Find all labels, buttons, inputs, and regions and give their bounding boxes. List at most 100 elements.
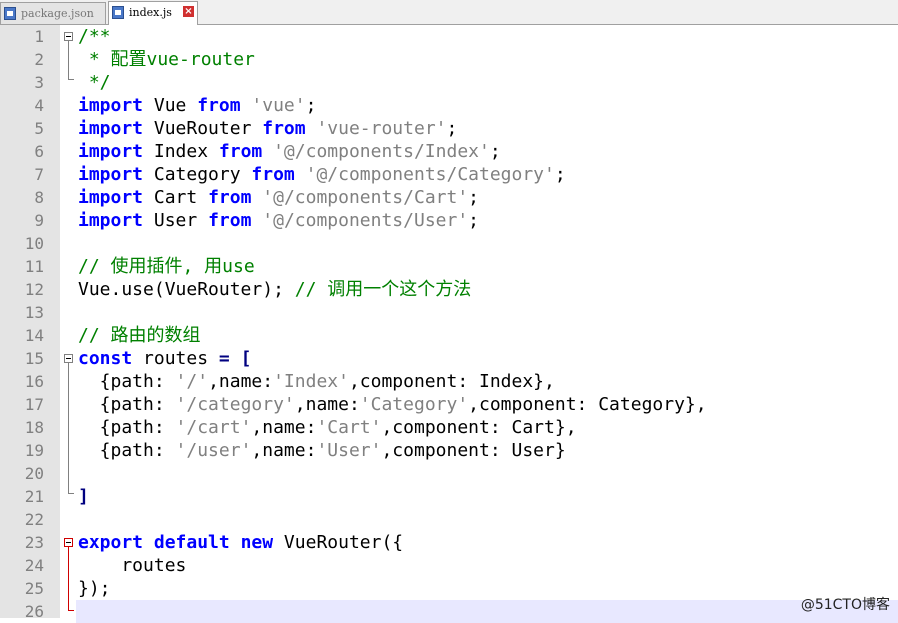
code-token: from <box>262 118 306 139</box>
code-line[interactable]: 23 export default new VueRouter({ <box>0 531 898 554</box>
fold-toggle-icon[interactable] <box>64 354 73 363</box>
code-token: routes <box>78 555 187 576</box>
code-text: const routes = [ <box>78 347 251 370</box>
code-line[interactable]: 13 <box>0 301 898 324</box>
code-token: 'vue' <box>251 95 306 116</box>
code-token: import <box>78 187 144 208</box>
file-save-icon <box>4 7 16 20</box>
code-line[interactable]: 16 {path: '/',name:'Index',component: In… <box>0 370 898 393</box>
code-token: /** <box>78 26 111 47</box>
code-line[interactable]: 15 const routes = [ <box>0 347 898 370</box>
code-text: routes <box>78 554 186 577</box>
code-token: ,name: <box>251 440 317 461</box>
watermark-text: @51CTO博客 <box>800 597 890 613</box>
close-tab-icon[interactable]: × <box>183 6 194 17</box>
code-token: ; <box>468 187 480 208</box>
code-token: '/category' <box>175 394 295 415</box>
code-token: from <box>208 210 252 231</box>
line-number: 20 <box>24 464 44 483</box>
code-line[interactable]: 2 * 配置vue-router <box>0 48 898 71</box>
code-line[interactable]: 11 // 使用插件, 用use <box>0 255 898 278</box>
code-line[interactable]: 9 import User from '@/components/User'; <box>0 209 898 232</box>
code-line[interactable]: 6 import Index from '@/components/Index'; <box>0 140 898 163</box>
line-number: 25 <box>24 579 44 598</box>
code-line[interactable]: 20 <box>0 462 898 485</box>
code-token: '@/components/Cart' <box>262 187 469 208</box>
line-number: 19 <box>24 441 44 460</box>
code-text: import Category from '@/components/Categ… <box>78 163 566 186</box>
code-line[interactable]: 18 {path: '/cart',name:'Cart',component:… <box>0 416 898 439</box>
code-token: import <box>78 141 144 162</box>
code-text: {path: '/cart',name:'Cart',component: Ca… <box>78 416 577 439</box>
code-line[interactable]: 25}); <box>0 577 898 600</box>
code-token: import <box>78 118 144 139</box>
code-token: Vue.use(VueRouter); <box>78 279 295 300</box>
code-token: VueRouter <box>143 118 263 139</box>
tab-index-js[interactable]: index.js × <box>108 1 198 25</box>
code-token: new <box>240 532 274 553</box>
code-text: // 使用插件, 用use <box>78 255 255 278</box>
code-line[interactable]: 22 <box>0 508 898 531</box>
code-line[interactable]: 3 */ <box>0 71 898 94</box>
code-token: ,name: <box>294 394 360 415</box>
fold-end-marker <box>68 493 74 494</box>
fold-guide <box>68 547 69 610</box>
code-text: // 路由的数组 <box>78 324 201 347</box>
code-token: ,component: User} <box>381 440 566 461</box>
code-token: {path: <box>78 371 176 392</box>
current-line-highlight <box>76 600 898 623</box>
code-line[interactable]: 1 /** <box>0 25 898 48</box>
code-line[interactable]: 24 routes <box>0 554 898 577</box>
code-line[interactable]: 17 {path: '/category',name:'Category',co… <box>0 393 898 416</box>
line-number: 24 <box>24 556 44 575</box>
fold-end-marker <box>68 79 74 80</box>
line-number: 7 <box>34 165 44 184</box>
code-line[interactable]: 21] <box>0 485 898 508</box>
code-line[interactable]: 26 <box>0 600 898 623</box>
code-token: from <box>251 164 295 185</box>
code-token: * 配置vue-router <box>78 49 255 70</box>
file-save-icon <box>112 6 124 19</box>
line-number: 12 <box>24 280 44 299</box>
code-token: '/' <box>175 371 209 392</box>
code-line[interactable]: 14 // 路由的数组 <box>0 324 898 347</box>
code-text: ] <box>78 485 89 508</box>
fold-toggle-icon[interactable] <box>64 32 73 41</box>
line-number: 21 <box>24 487 44 506</box>
code-token: '@/components/Category' <box>305 164 555 185</box>
code-token: // 调用一个这个方法 <box>294 279 472 300</box>
code-token: Category <box>143 164 252 185</box>
code-token: [ <box>240 348 252 369</box>
tab-package-json[interactable]: package.json <box>0 2 106 24</box>
code-line[interactable]: 19 {path: '/user',name:'User',component:… <box>0 439 898 462</box>
line-number: 6 <box>34 142 44 161</box>
code-token: import <box>78 164 144 185</box>
code-token: 'Index' <box>273 371 349 392</box>
code-token: ,name: <box>251 417 317 438</box>
code-text: import Vue from 'vue'; <box>78 94 316 117</box>
code-line[interactable]: 5 import VueRouter from 'vue-router'; <box>0 117 898 140</box>
code-token: {path: <box>78 440 176 461</box>
code-line[interactable]: 7 import Category from '@/components/Cate… <box>0 163 898 186</box>
fold-guide <box>68 41 69 79</box>
fold-toggle-icon[interactable] <box>64 538 73 547</box>
code-line[interactable]: 8 import Cart from '@/components/Cart'; <box>0 186 898 209</box>
code-token: = <box>218 348 230 369</box>
code-token: // 使用插件, 用use <box>78 256 255 277</box>
code-line[interactable]: 12 Vue.use(VueRouter); // 调用一个这个方法 <box>0 278 898 301</box>
code-token: default <box>153 532 230 553</box>
tab-label: package.json <box>21 7 94 20</box>
fold-end-marker <box>68 610 74 611</box>
code-token: */ <box>78 72 111 93</box>
code-line[interactable]: 10 <box>0 232 898 255</box>
code-token: ; <box>489 141 501 162</box>
code-token: 'vue-router' <box>316 118 447 139</box>
tab-label: index.js <box>129 6 172 19</box>
line-number: 22 <box>24 510 44 529</box>
code-text: Vue.use(VueRouter); // 调用一个这个方法 <box>78 278 471 301</box>
code-line[interactable]: 4 import Vue from 'vue'; <box>0 94 898 117</box>
line-number: 17 <box>24 395 44 414</box>
code-editor[interactable]: 1/** 2 * 配置vue-router 3 */4 import Vue from… <box>0 25 898 623</box>
